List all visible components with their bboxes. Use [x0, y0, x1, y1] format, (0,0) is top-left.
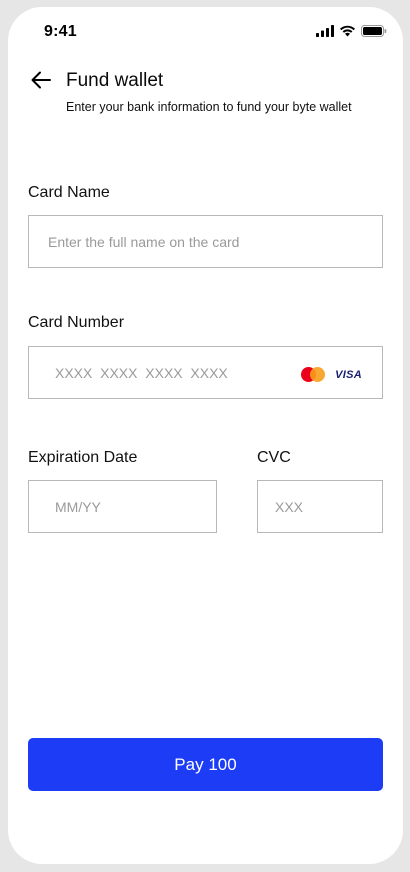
card-name-field[interactable] — [28, 215, 383, 268]
back-button[interactable] — [28, 70, 54, 94]
status-time: 9:41 — [44, 23, 77, 40]
cellular-signal-icon — [316, 25, 334, 37]
pay-button[interactable]: Pay 100 — [28, 738, 383, 791]
battery-icon — [361, 25, 387, 37]
cvc-label: CVC — [257, 449, 291, 466]
card-number-input[interactable] — [55, 347, 282, 398]
card-brand-logos: VISA — [301, 367, 362, 382]
card-name-input[interactable] — [48, 216, 382, 267]
mastercard-icon — [301, 367, 326, 382]
cvc-field[interactable] — [257, 480, 383, 533]
phone-screen: 9:41 Fund wallet Enter your bank informa… — [8, 7, 403, 864]
status-icons — [316, 24, 387, 38]
wifi-icon — [339, 25, 356, 37]
card-number-label: Card Number — [28, 314, 125, 331]
card-number-field[interactable]: VISA — [28, 346, 383, 399]
expiration-date-input[interactable] — [55, 481, 216, 532]
page-title: Fund wallet — [66, 70, 164, 91]
expiration-date-field[interactable] — [28, 480, 217, 533]
status-bar: 9:41 — [8, 7, 403, 57]
page-subtitle: Enter your bank information to fund your… — [66, 100, 352, 114]
cvc-input[interactable] — [275, 481, 382, 532]
arrow-left-icon — [31, 71, 51, 94]
card-name-label: Card Name — [28, 184, 110, 201]
visa-icon: VISA — [335, 368, 362, 381]
expiration-date-label: Expiration Date — [28, 449, 138, 466]
